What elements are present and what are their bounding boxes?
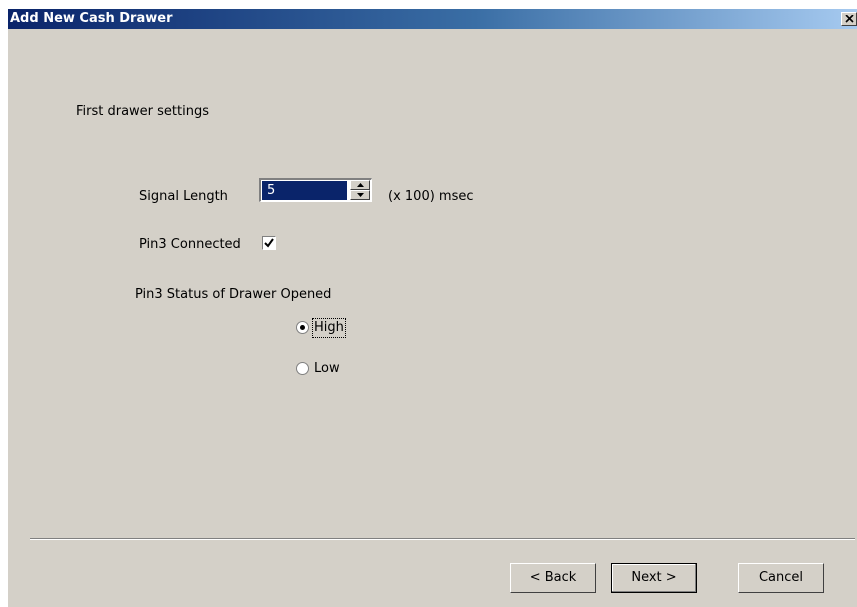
close-button[interactable]	[841, 12, 857, 26]
spin-down-button[interactable]	[350, 190, 370, 200]
signal-length-label: Signal Length	[139, 189, 228, 204]
section-heading: First drawer settings	[76, 104, 210, 119]
arrow-down-icon	[357, 193, 364, 197]
radio-low-label[interactable]: Low	[314, 361, 340, 377]
radio-low[interactable]	[296, 362, 309, 375]
next-button[interactable]: Next >	[611, 563, 697, 593]
title-bar: Add New Cash Drawer	[8, 9, 857, 29]
signal-length-input[interactable]: 5	[262, 181, 347, 200]
radio-high[interactable]	[296, 321, 309, 334]
arrow-up-icon	[357, 183, 364, 187]
pin3-status-label: Pin3 Status of Drawer Opened	[135, 287, 332, 302]
pin3-connected-checkbox[interactable]	[262, 236, 276, 250]
close-icon	[845, 15, 854, 23]
pin3-connected-label: Pin3 Connected	[139, 237, 241, 252]
back-button[interactable]: < Back	[510, 563, 596, 593]
signal-length-spinbox[interactable]: 5	[259, 178, 372, 202]
footer-divider	[30, 538, 855, 540]
checkmark-icon	[264, 238, 274, 248]
add-cash-drawer-dialog: Add New Cash Drawer First drawer setting…	[8, 9, 857, 607]
cancel-button[interactable]: Cancel	[738, 563, 824, 593]
window-title: Add New Cash Drawer	[10, 11, 173, 26]
radio-selected-dot	[300, 325, 305, 330]
spin-up-button[interactable]	[350, 180, 370, 190]
radio-high-label[interactable]: High	[312, 318, 346, 338]
signal-length-unit: (x 100) msec	[388, 189, 474, 204]
